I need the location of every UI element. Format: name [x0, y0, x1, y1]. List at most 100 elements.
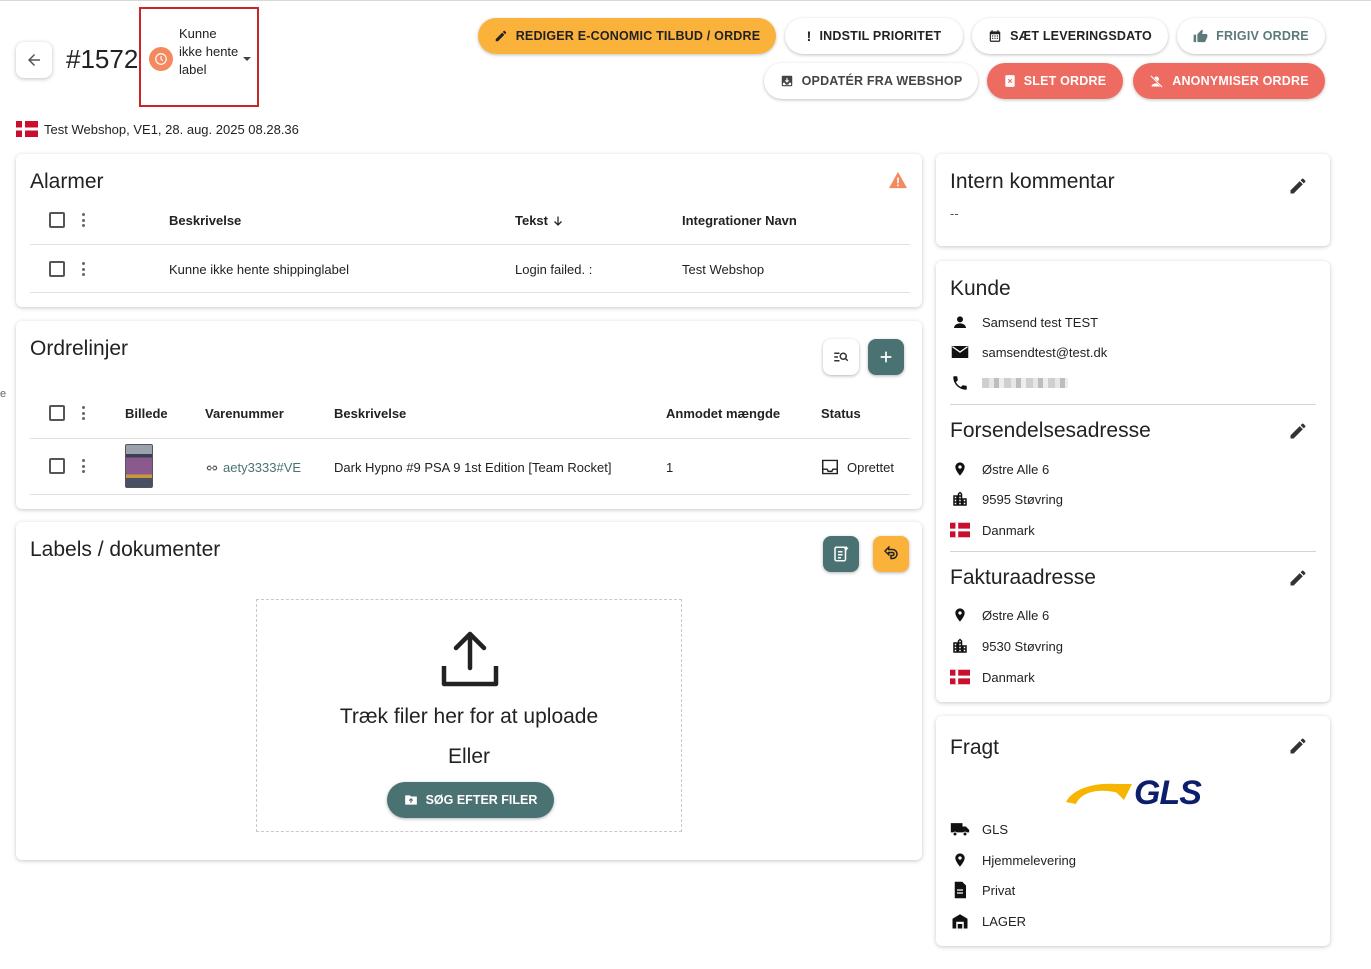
exclamation-icon: ! [806, 28, 812, 44]
warning-icon [889, 171, 907, 189]
shipping-street: Østre Alle 6 [982, 461, 1050, 477]
add-document-button[interactable] [823, 536, 859, 572]
clock-icon [149, 47, 173, 71]
order-meta: Test Webshop, VE1, 28. aug. 2025 08.28.3… [16, 121, 299, 137]
more-vert-icon[interactable] [81, 406, 85, 420]
arrow-left-icon [28, 54, 40, 66]
freight-delivery: Hjemmelevering [982, 852, 1076, 868]
line-status-text: Oprettet [847, 459, 894, 475]
col-description[interactable]: Beskrivelse [334, 406, 406, 421]
sku-link[interactable]: aety3333#VE [205, 460, 301, 475]
col-integration-name[interactable]: Integrationer Navn [682, 213, 797, 228]
pencil-icon[interactable] [1288, 568, 1308, 588]
thumbs-up-icon [1193, 29, 1208, 42]
more-vert-icon[interactable] [81, 213, 85, 227]
calendar-icon [989, 30, 1001, 42]
city-icon [950, 489, 970, 509]
back-button[interactable] [16, 42, 52, 78]
internal-comment-card: Intern kommentar -- [936, 154, 1330, 246]
pencil-icon[interactable] [1288, 736, 1308, 756]
plus-icon [880, 351, 892, 363]
more-vert-icon[interactable] [81, 262, 85, 276]
alarm-description: Kunne ikke hente shippinglabel [169, 262, 349, 277]
set-delivery-date-label: SÆT LEVERINGSDATO [1010, 29, 1152, 43]
divider [950, 404, 1316, 405]
edit-economic-label: REDIGER E-CONOMIC TILBUD / ORDRE [515, 29, 761, 43]
table-row[interactable]: aety3333#VE Dark Hypno #9 PSA 9 1st Edit… [30, 439, 910, 495]
document-add-icon [834, 546, 849, 562]
delete-order-label: SLET ORDRE [1023, 74, 1107, 88]
release-order-button[interactable]: FRIGIV ORDRE [1177, 18, 1325, 54]
table-row[interactable]: Kunne ikke hente shippinglabel Login fai… [30, 245, 910, 293]
arrow-down-icon [554, 216, 562, 226]
order-lines-card: Ordrelinjer Billede Varenummer Beskrivel… [16, 321, 922, 509]
shipping-country-row: Danmark [950, 520, 1035, 540]
city-icon [950, 636, 970, 656]
shipping-street-row: Østre Alle 6 [950, 459, 1049, 479]
billing-street: Østre Alle 6 [982, 607, 1050, 623]
set-delivery-date-button[interactable]: SÆT LEVERINGSDATO [972, 18, 1168, 54]
line-qty: 1 [666, 460, 674, 475]
col-text-label: Tekst [515, 213, 548, 228]
or-text: Eller [447, 745, 490, 768]
customer-card: Kunde Samsend test TEST samsendtest@test… [936, 261, 1330, 702]
danish-flag-icon [950, 667, 970, 687]
location-pin-icon [950, 459, 970, 479]
product-thumbnail[interactable] [125, 444, 153, 488]
delete-doc-icon [1005, 75, 1015, 87]
alarm-text: Login failed. : [515, 262, 593, 277]
list-search-icon [834, 352, 849, 362]
browse-files-label: SØG EFTER FILER [425, 793, 538, 807]
freight-carrier: GLS [982, 821, 1009, 837]
customer-title: Kunde [950, 277, 1011, 300]
top-divider [0, 0, 1371, 1]
freight-warehouse: LAGER [982, 913, 1027, 929]
status-dropdown[interactable]: Kunne ikke hente label [139, 7, 259, 107]
row-checkbox[interactable] [49, 261, 65, 277]
link-icon [206, 465, 218, 470]
search-lines-button[interactable] [823, 339, 859, 375]
select-all-checkbox[interactable] [49, 405, 65, 421]
warehouse-icon [950, 911, 970, 931]
person-off-icon [1150, 74, 1164, 88]
col-text[interactable]: Tekst [515, 213, 564, 228]
file-drop-zone[interactable]: Træk filer her for at uploade Eller SØG … [256, 599, 682, 832]
alarms-header-row: Beskrivelse Tekst Integrationer Navn [30, 196, 910, 245]
customer-name-row: Samsend test TEST [950, 312, 1098, 332]
shipping-city-row: 9595 Støvring [950, 489, 1063, 509]
order-number: #1572 [66, 44, 139, 74]
customer-email[interactable]: samsendtest@test.dk [982, 345, 1107, 360]
col-sku[interactable]: Varenummer [205, 406, 284, 421]
alarm-integration: Test Webshop [682, 262, 765, 277]
pencil-icon [495, 30, 506, 42]
internal-comment-title: Intern kommentar [950, 170, 1115, 193]
update-from-webshop-label: OPDATÉR FRA WEBSHOP [801, 74, 963, 88]
set-priority-button[interactable]: ! INDSTIL PRIORITET [785, 18, 963, 54]
shipping-address-title: Forsendelsesadresse [950, 419, 1151, 442]
danish-flag-icon [16, 121, 38, 137]
col-image[interactable]: Billede [125, 406, 168, 421]
pencil-icon[interactable] [1288, 176, 1308, 196]
delete-order-button[interactable]: SLET ORDRE [987, 63, 1123, 99]
customer-phone-row [950, 373, 1068, 393]
gls-logo-text: GLS [1134, 774, 1202, 812]
more-vert-icon[interactable] [81, 459, 85, 473]
mail-icon [950, 342, 970, 362]
col-status[interactable]: Status [821, 406, 861, 421]
browse-files-button[interactable]: SØG EFTER FILER [387, 782, 554, 818]
return-label-button[interactable] [873, 536, 909, 572]
billing-country: Danmark [982, 669, 1035, 685]
select-all-checkbox[interactable] [49, 212, 65, 228]
edit-economic-button[interactable]: REDIGER E-CONOMIC TILBUD / ORDRE [478, 18, 776, 54]
internal-comment-value: -- [950, 206, 959, 221]
col-qty[interactable]: Anmodet mængde [666, 406, 780, 421]
customer-email-row: samsendtest@test.dk [950, 342, 1107, 362]
download-box-icon [781, 75, 792, 87]
location-pin-icon [950, 850, 970, 870]
add-line-button[interactable] [868, 339, 904, 375]
pencil-icon[interactable] [1288, 421, 1308, 441]
update-from-webshop-button[interactable]: OPDATÉR FRA WEBSHOP [764, 63, 978, 99]
col-description[interactable]: Beskrivelse [169, 213, 241, 228]
row-checkbox[interactable] [49, 458, 65, 474]
anonymize-order-button[interactable]: ANONYMISER ORDRE [1133, 63, 1325, 99]
